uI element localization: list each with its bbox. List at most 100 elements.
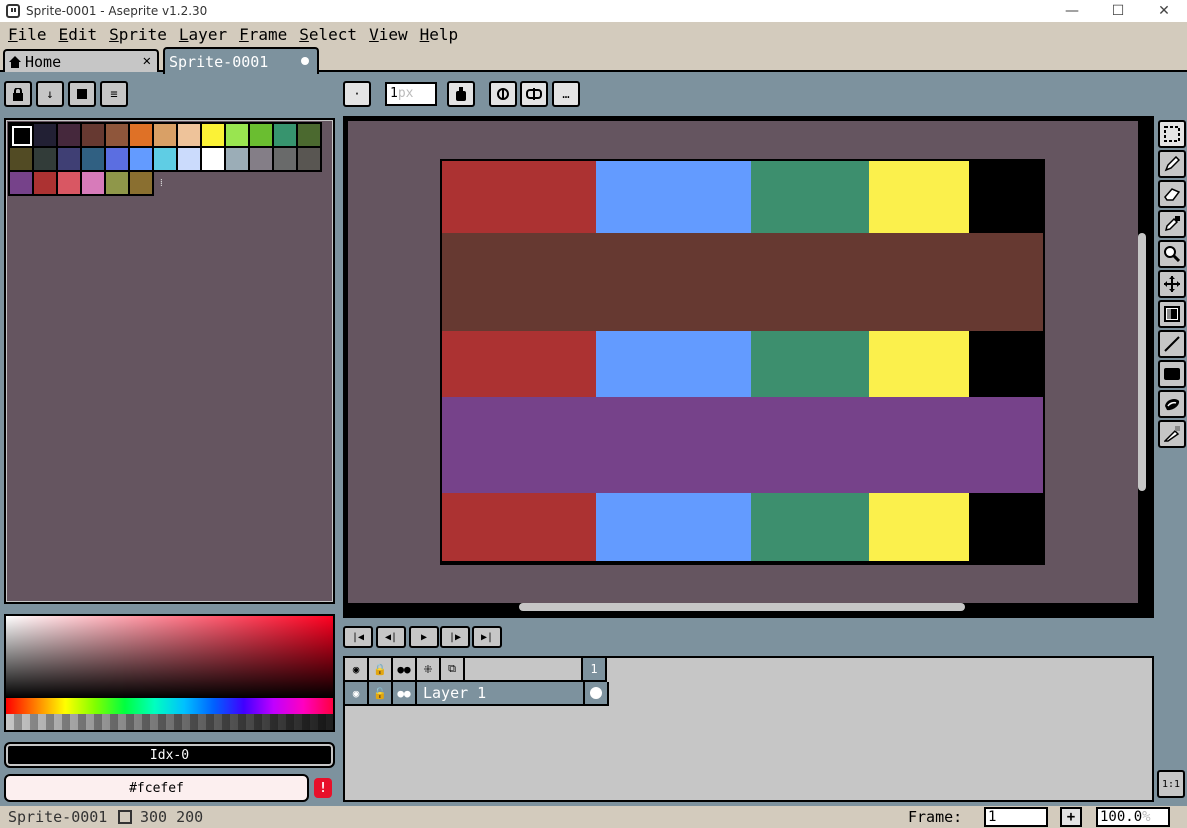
saturation-value-picker[interactable] — [6, 616, 333, 698]
palette-swatch[interactable] — [130, 148, 154, 172]
palette-swatch[interactable] — [34, 148, 58, 172]
brush-size-field[interactable]: 1px — [385, 82, 437, 106]
tab-sprite[interactable]: Sprite-0001 — [163, 47, 319, 74]
palette-swatch[interactable] — [130, 124, 154, 148]
toggle-visibility-header-icon[interactable]: ◉ — [345, 658, 369, 682]
layer-name[interactable]: Layer 1 — [417, 682, 585, 706]
palette-swatch[interactable] — [130, 172, 154, 196]
menu-view[interactable]: View — [363, 25, 414, 44]
close-button[interactable]: ✕ — [1141, 0, 1187, 22]
tool-eraser[interactable] — [1158, 180, 1186, 208]
palette-swatch[interactable] — [10, 148, 34, 172]
first-frame-button[interactable]: |◀ — [343, 626, 373, 648]
palette-lock-button[interactable] — [4, 81, 32, 107]
tool-move[interactable] — [1158, 270, 1186, 298]
tool-rectangular-marquee[interactable] — [1158, 120, 1186, 148]
tool-zoom[interactable] — [1158, 240, 1186, 268]
maximize-button[interactable]: ☐ — [1095, 0, 1141, 22]
palette-swatch[interactable] — [298, 124, 322, 148]
toggle-continuous-header-icon[interactable]: ●● — [393, 658, 417, 682]
frame-header-1[interactable]: 1 — [583, 658, 607, 682]
hue-slider[interactable] — [6, 698, 333, 714]
palette-swatch[interactable] — [34, 124, 58, 148]
layer-lock-toggle[interactable]: 🔓 — [369, 682, 393, 706]
palette-sort-button[interactable]: ↓ — [36, 81, 64, 107]
tab-home[interactable]: Home ✕ — [3, 49, 159, 72]
tool-eyedropper[interactable] — [1158, 210, 1186, 238]
palette-swatch[interactable] — [274, 148, 298, 172]
previous-frame-button[interactable]: ◀| — [376, 626, 406, 648]
palette-options-button[interactable]: ≡ — [100, 81, 128, 107]
palette-resize-grip-icon[interactable]: ⁞ — [160, 178, 163, 189]
more-options-button[interactable]: … — [552, 81, 580, 107]
color-spectrum[interactable] — [4, 614, 335, 732]
palette-swatch[interactable] — [202, 124, 226, 148]
ink-type-button[interactable] — [447, 81, 475, 107]
link-cels-header-icon[interactable]: ⁜ — [417, 658, 441, 682]
palette-swatch[interactable] — [106, 148, 130, 172]
menu-layer[interactable]: Layer — [173, 25, 233, 44]
add-frame-button[interactable]: + — [1060, 807, 1082, 827]
vertical-scrollbar[interactable] — [1138, 233, 1146, 491]
menu-sprite[interactable]: Sprite — [103, 25, 173, 44]
tool-line[interactable] — [1158, 330, 1186, 358]
tool-pencil[interactable] — [1158, 150, 1186, 178]
palette-swatch[interactable] — [106, 124, 130, 148]
palette-swatch[interactable] — [58, 172, 82, 196]
palette-swatch[interactable] — [226, 148, 250, 172]
play-button[interactable]: ▶ — [409, 626, 439, 648]
palette-swatch[interactable] — [106, 172, 130, 196]
minimize-button[interactable]: — — [1049, 0, 1095, 22]
cel-frame-1[interactable] — [585, 682, 609, 706]
palette-swatch[interactable] — [58, 124, 82, 148]
frame-number-field[interactable]: 1 — [984, 807, 1048, 827]
tool-blur[interactable] — [1158, 420, 1186, 448]
palette-swatch[interactable] — [178, 148, 202, 172]
zoom-field[interactable]: 100.0% — [1096, 807, 1170, 827]
background-color-bar[interactable]: #fcefef — [4, 774, 309, 802]
tool-gradient[interactable] — [1158, 300, 1186, 328]
palette-swatch[interactable] — [34, 172, 58, 196]
palette-swatch[interactable] — [178, 124, 202, 148]
unsaved-dot-icon[interactable] — [301, 57, 309, 65]
palette-swatch[interactable] — [250, 148, 274, 172]
palette-swatch[interactable] — [82, 148, 106, 172]
palette-swatch[interactable] — [154, 124, 178, 148]
brush-type-button[interactable]: · — [343, 81, 371, 107]
timeline-zoom-ratio-button[interactable]: 1:1 — [1157, 770, 1185, 798]
layer-visibility-toggle[interactable]: ◉ — [345, 682, 369, 706]
palette-swatch[interactable] — [298, 148, 322, 172]
palette-swatch[interactable] — [226, 124, 250, 148]
palette-presets-button[interactable] — [68, 81, 96, 107]
horizontal-scrollbar[interactable] — [519, 603, 965, 611]
palette-swatch[interactable] — [10, 172, 34, 196]
menu-file[interactable]: File — [2, 25, 53, 44]
last-frame-button[interactable]: ▶| — [472, 626, 502, 648]
menu-help[interactable]: Help — [414, 25, 465, 44]
alpha-slider[interactable] — [6, 714, 333, 730]
menu-edit[interactable]: Edit — [53, 25, 104, 44]
onion-skin-header-icon[interactable]: ⧉ — [441, 658, 465, 682]
palette-swatch[interactable] — [154, 148, 178, 172]
color-index-bar[interactable]: Idx-0 — [4, 742, 335, 768]
tool-contour[interactable] — [1158, 390, 1186, 418]
layer-row[interactable]: ◉ 🔓 ●● Layer 1 — [345, 682, 609, 706]
sprite-canvas[interactable] — [440, 159, 1045, 565]
next-frame-button[interactable]: |▶ — [440, 626, 470, 648]
palette-swatch[interactable] — [82, 172, 106, 196]
layer-continuous-toggle[interactable]: ●● — [393, 682, 417, 706]
tool-rectangle[interactable] — [1158, 360, 1186, 388]
symmetry-button[interactable] — [520, 81, 548, 107]
menu-frame[interactable]: Frame — [233, 25, 293, 44]
tab-home-close-icon[interactable]: ✕ — [143, 53, 151, 69]
palette-swatch[interactable] — [10, 124, 34, 148]
palette-swatch[interactable] — [202, 148, 226, 172]
palette-swatch[interactable] — [274, 124, 298, 148]
menu-select[interactable]: Select — [293, 25, 363, 44]
palette-swatch[interactable] — [250, 124, 274, 148]
palette-swatch[interactable] — [82, 124, 106, 148]
palette-swatch[interactable] — [58, 148, 82, 172]
toggle-lock-header-icon[interactable]: 🔒 — [369, 658, 393, 682]
pixel-perfect-button[interactable] — [489, 81, 517, 107]
color-warning-icon[interactable]: ! — [314, 778, 332, 798]
